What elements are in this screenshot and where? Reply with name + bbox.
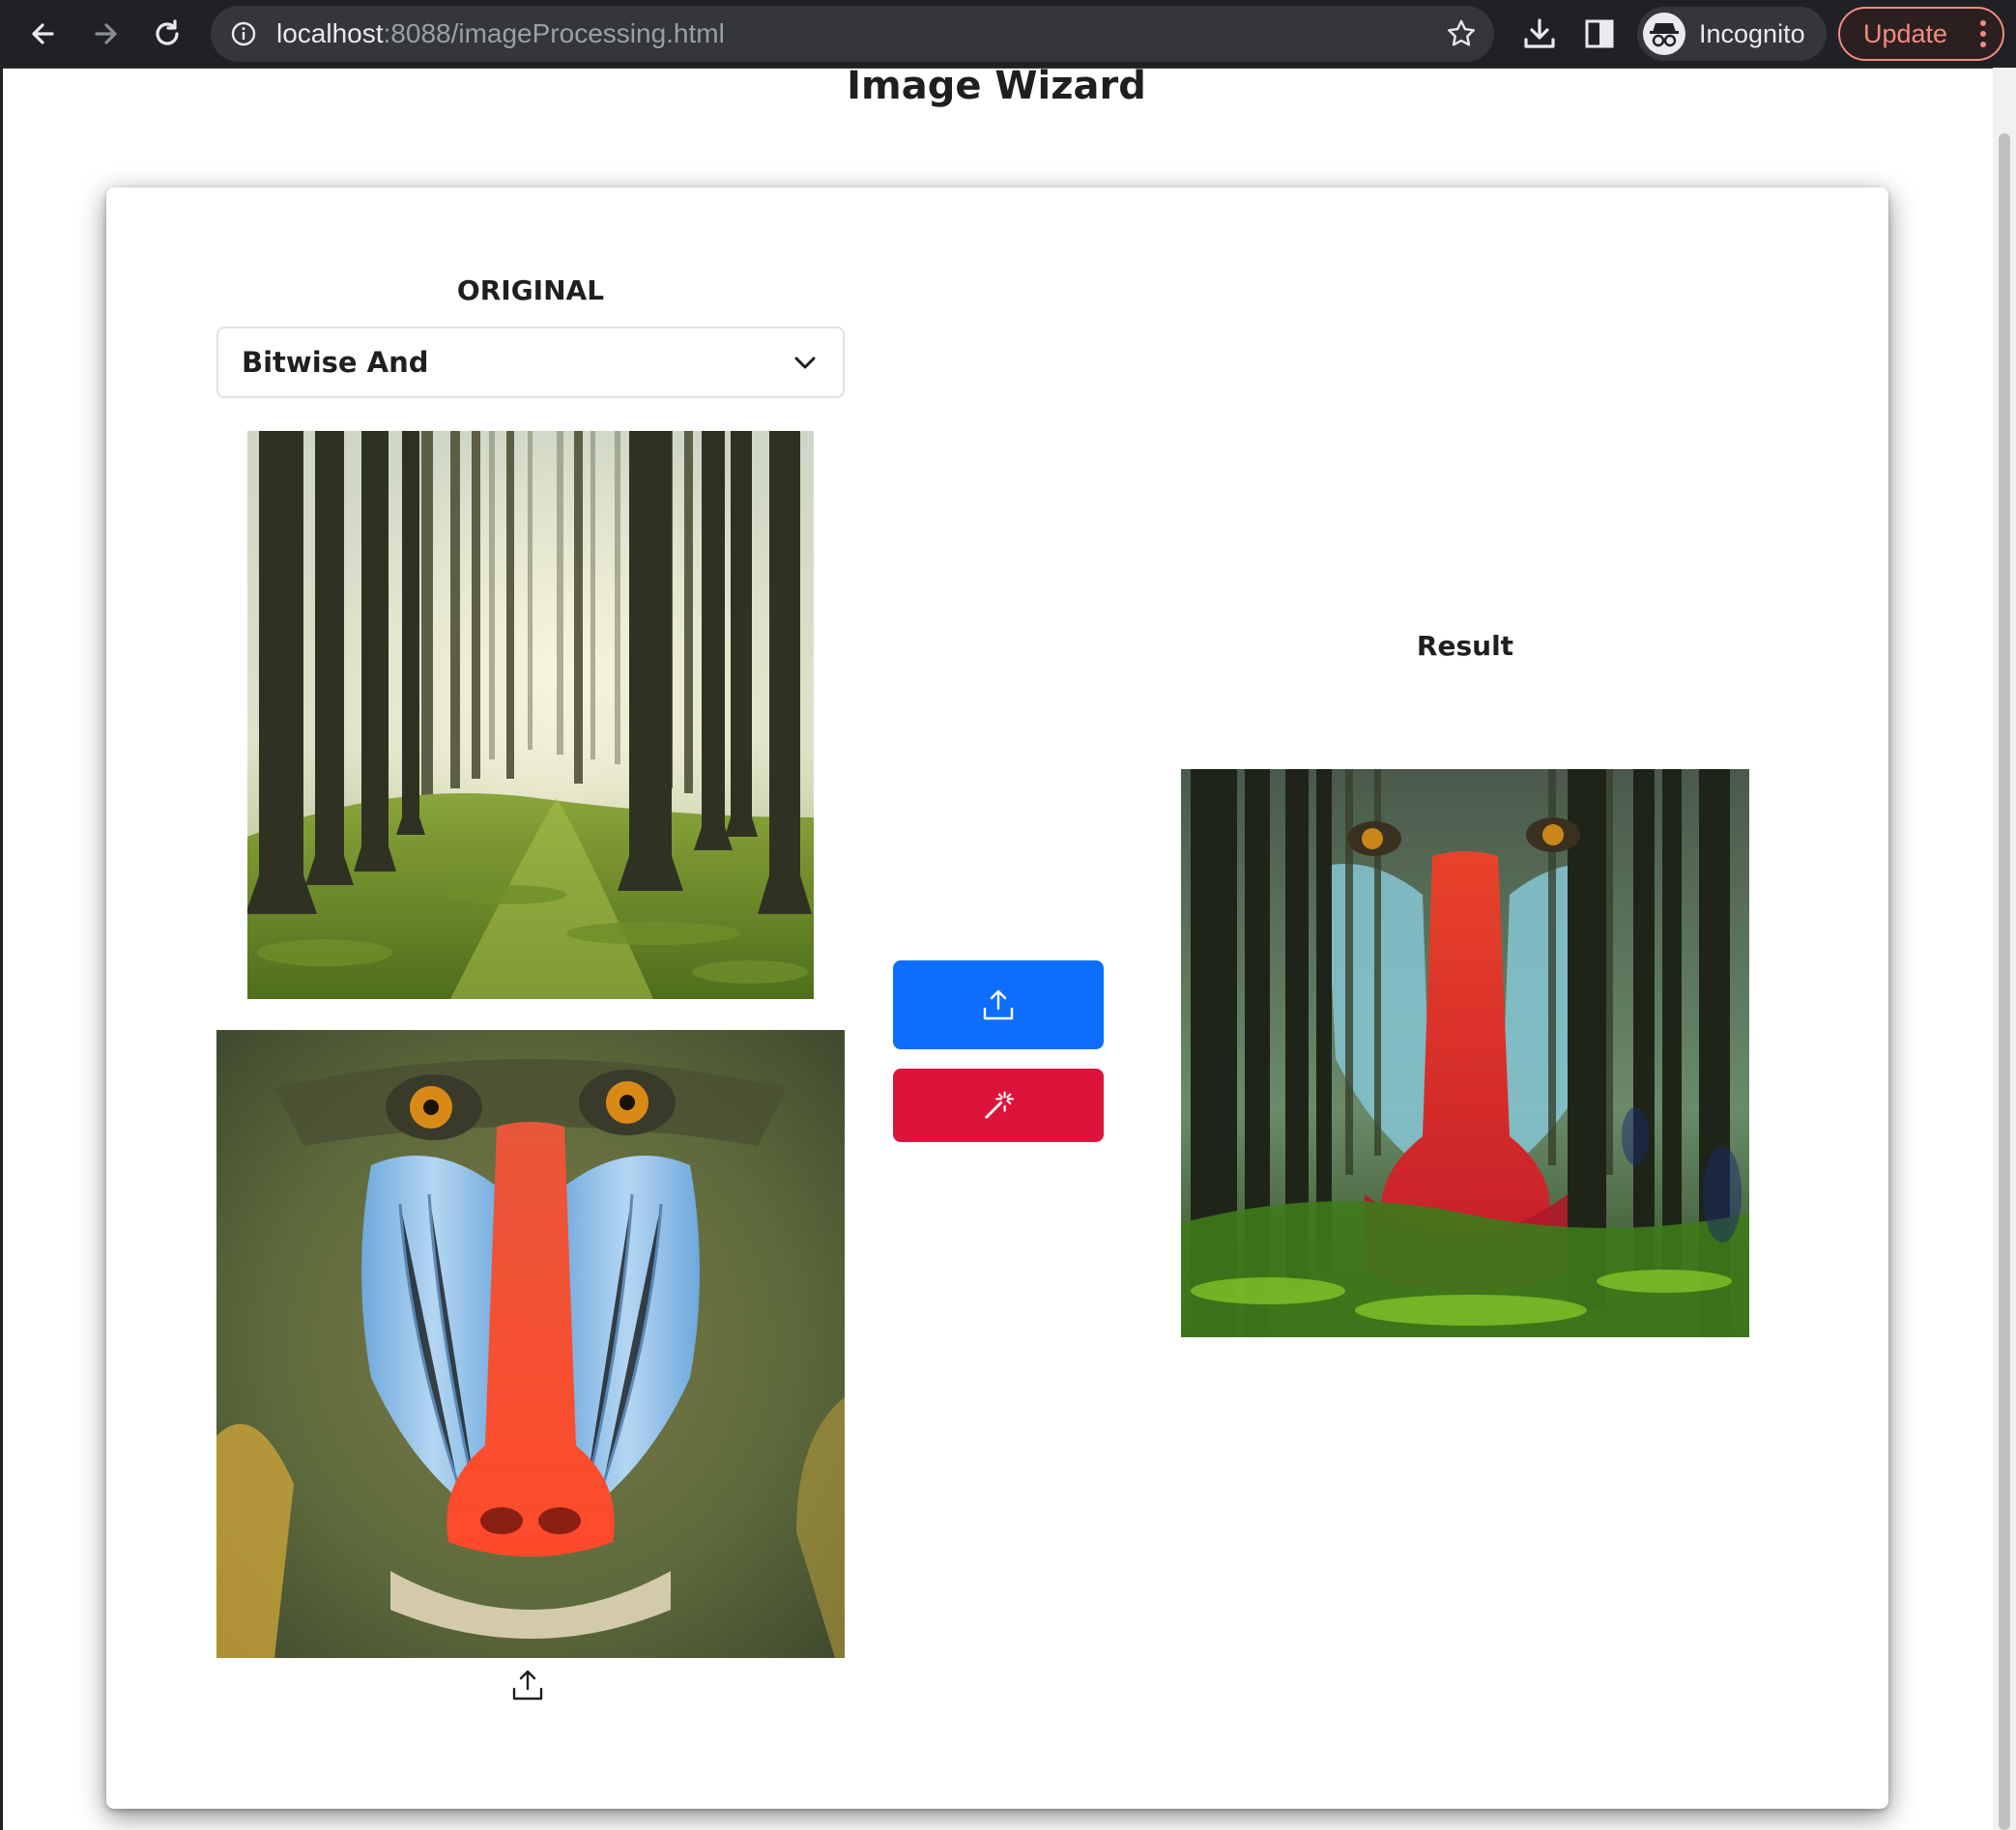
side-panel-icon[interactable] [1581, 15, 1618, 52]
window-edge [0, 68, 3, 1830]
download-icon[interactable] [1521, 15, 1558, 52]
info-icon[interactable] [230, 20, 257, 47]
update-label: Update [1863, 19, 1948, 48]
url-text[interactable]: localhost:8088/imageProcessing.html [276, 6, 725, 62]
page-title: Image Wizard [847, 64, 1146, 108]
update-button[interactable]: Update [1838, 7, 2004, 61]
apply-operation-button[interactable] [893, 1069, 1104, 1142]
url-path: :8088/imageProcessing.html [383, 18, 725, 48]
star-icon[interactable] [1446, 18, 1477, 49]
profile-label: Incognito [1699, 19, 1805, 48]
incognito-icon [1643, 13, 1685, 55]
browser-toolbar: localhost:8088/imageProcessing.html Inco… [0, 0, 2016, 69]
address-bar[interactable]: localhost:8088/imageProcessing.html [211, 6, 1494, 62]
more-vert-icon[interactable] [1977, 18, 1989, 49]
upload-second-image-icon[interactable] [510, 1668, 545, 1702]
chevron-down-icon [794, 357, 816, 369]
upload-icon [983, 989, 1014, 1020]
url-host: localhost [276, 18, 384, 48]
original-heading: ORIGINAL [456, 274, 605, 306]
result-image [1181, 769, 1749, 1337]
incognito-profile-button[interactable]: Incognito [1637, 7, 1827, 61]
mandrill-image [216, 1030, 845, 1658]
operation-selected-value: Bitwise And [242, 346, 429, 379]
back-arrow-icon[interactable] [23, 14, 64, 54]
upload-button[interactable] [893, 960, 1104, 1049]
result-heading: Result [1416, 630, 1514, 662]
forest-image [247, 431, 814, 999]
operation-select[interactable]: Bitwise And [216, 327, 845, 398]
wizard-card: ORIGINAL Bitwise And Result [106, 187, 1888, 1809]
forward-arrow-icon[interactable] [85, 14, 126, 54]
scrollbar-thumb[interactable] [1999, 133, 2010, 1830]
magic-wand-icon [985, 1091, 1015, 1119]
reload-icon[interactable] [147, 14, 187, 54]
